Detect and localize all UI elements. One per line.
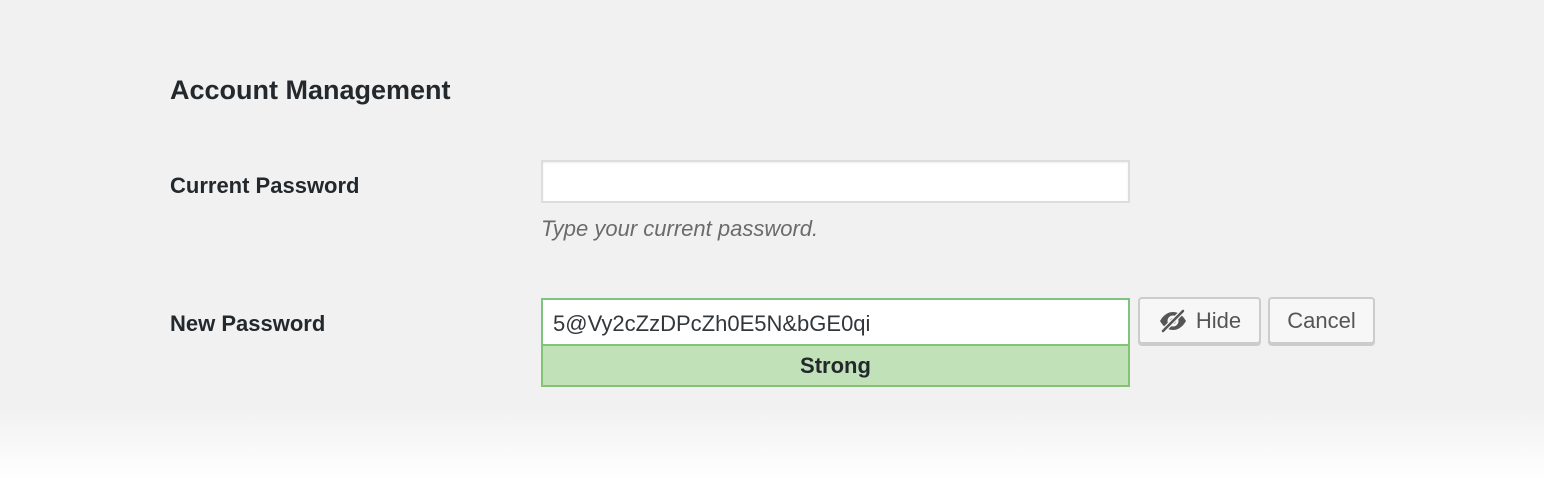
cancel-button-label: Cancel [1287, 307, 1356, 333]
hide-password-button[interactable]: Hide [1138, 297, 1261, 344]
section-title: Account Management [170, 75, 451, 105]
new-password-label: New Password [170, 311, 326, 336]
eye-slash-icon [1158, 308, 1188, 333]
hide-button-label: Hide [1195, 307, 1242, 333]
current-password-input[interactable] [541, 160, 1130, 203]
cancel-button[interactable]: Cancel [1268, 297, 1375, 344]
password-strength-indicator: Strong [541, 344, 1130, 387]
new-password-input[interactable] [541, 298, 1130, 345]
current-password-label: Current Password [170, 173, 360, 198]
current-password-help-text: Type your current password. [541, 216, 819, 241]
